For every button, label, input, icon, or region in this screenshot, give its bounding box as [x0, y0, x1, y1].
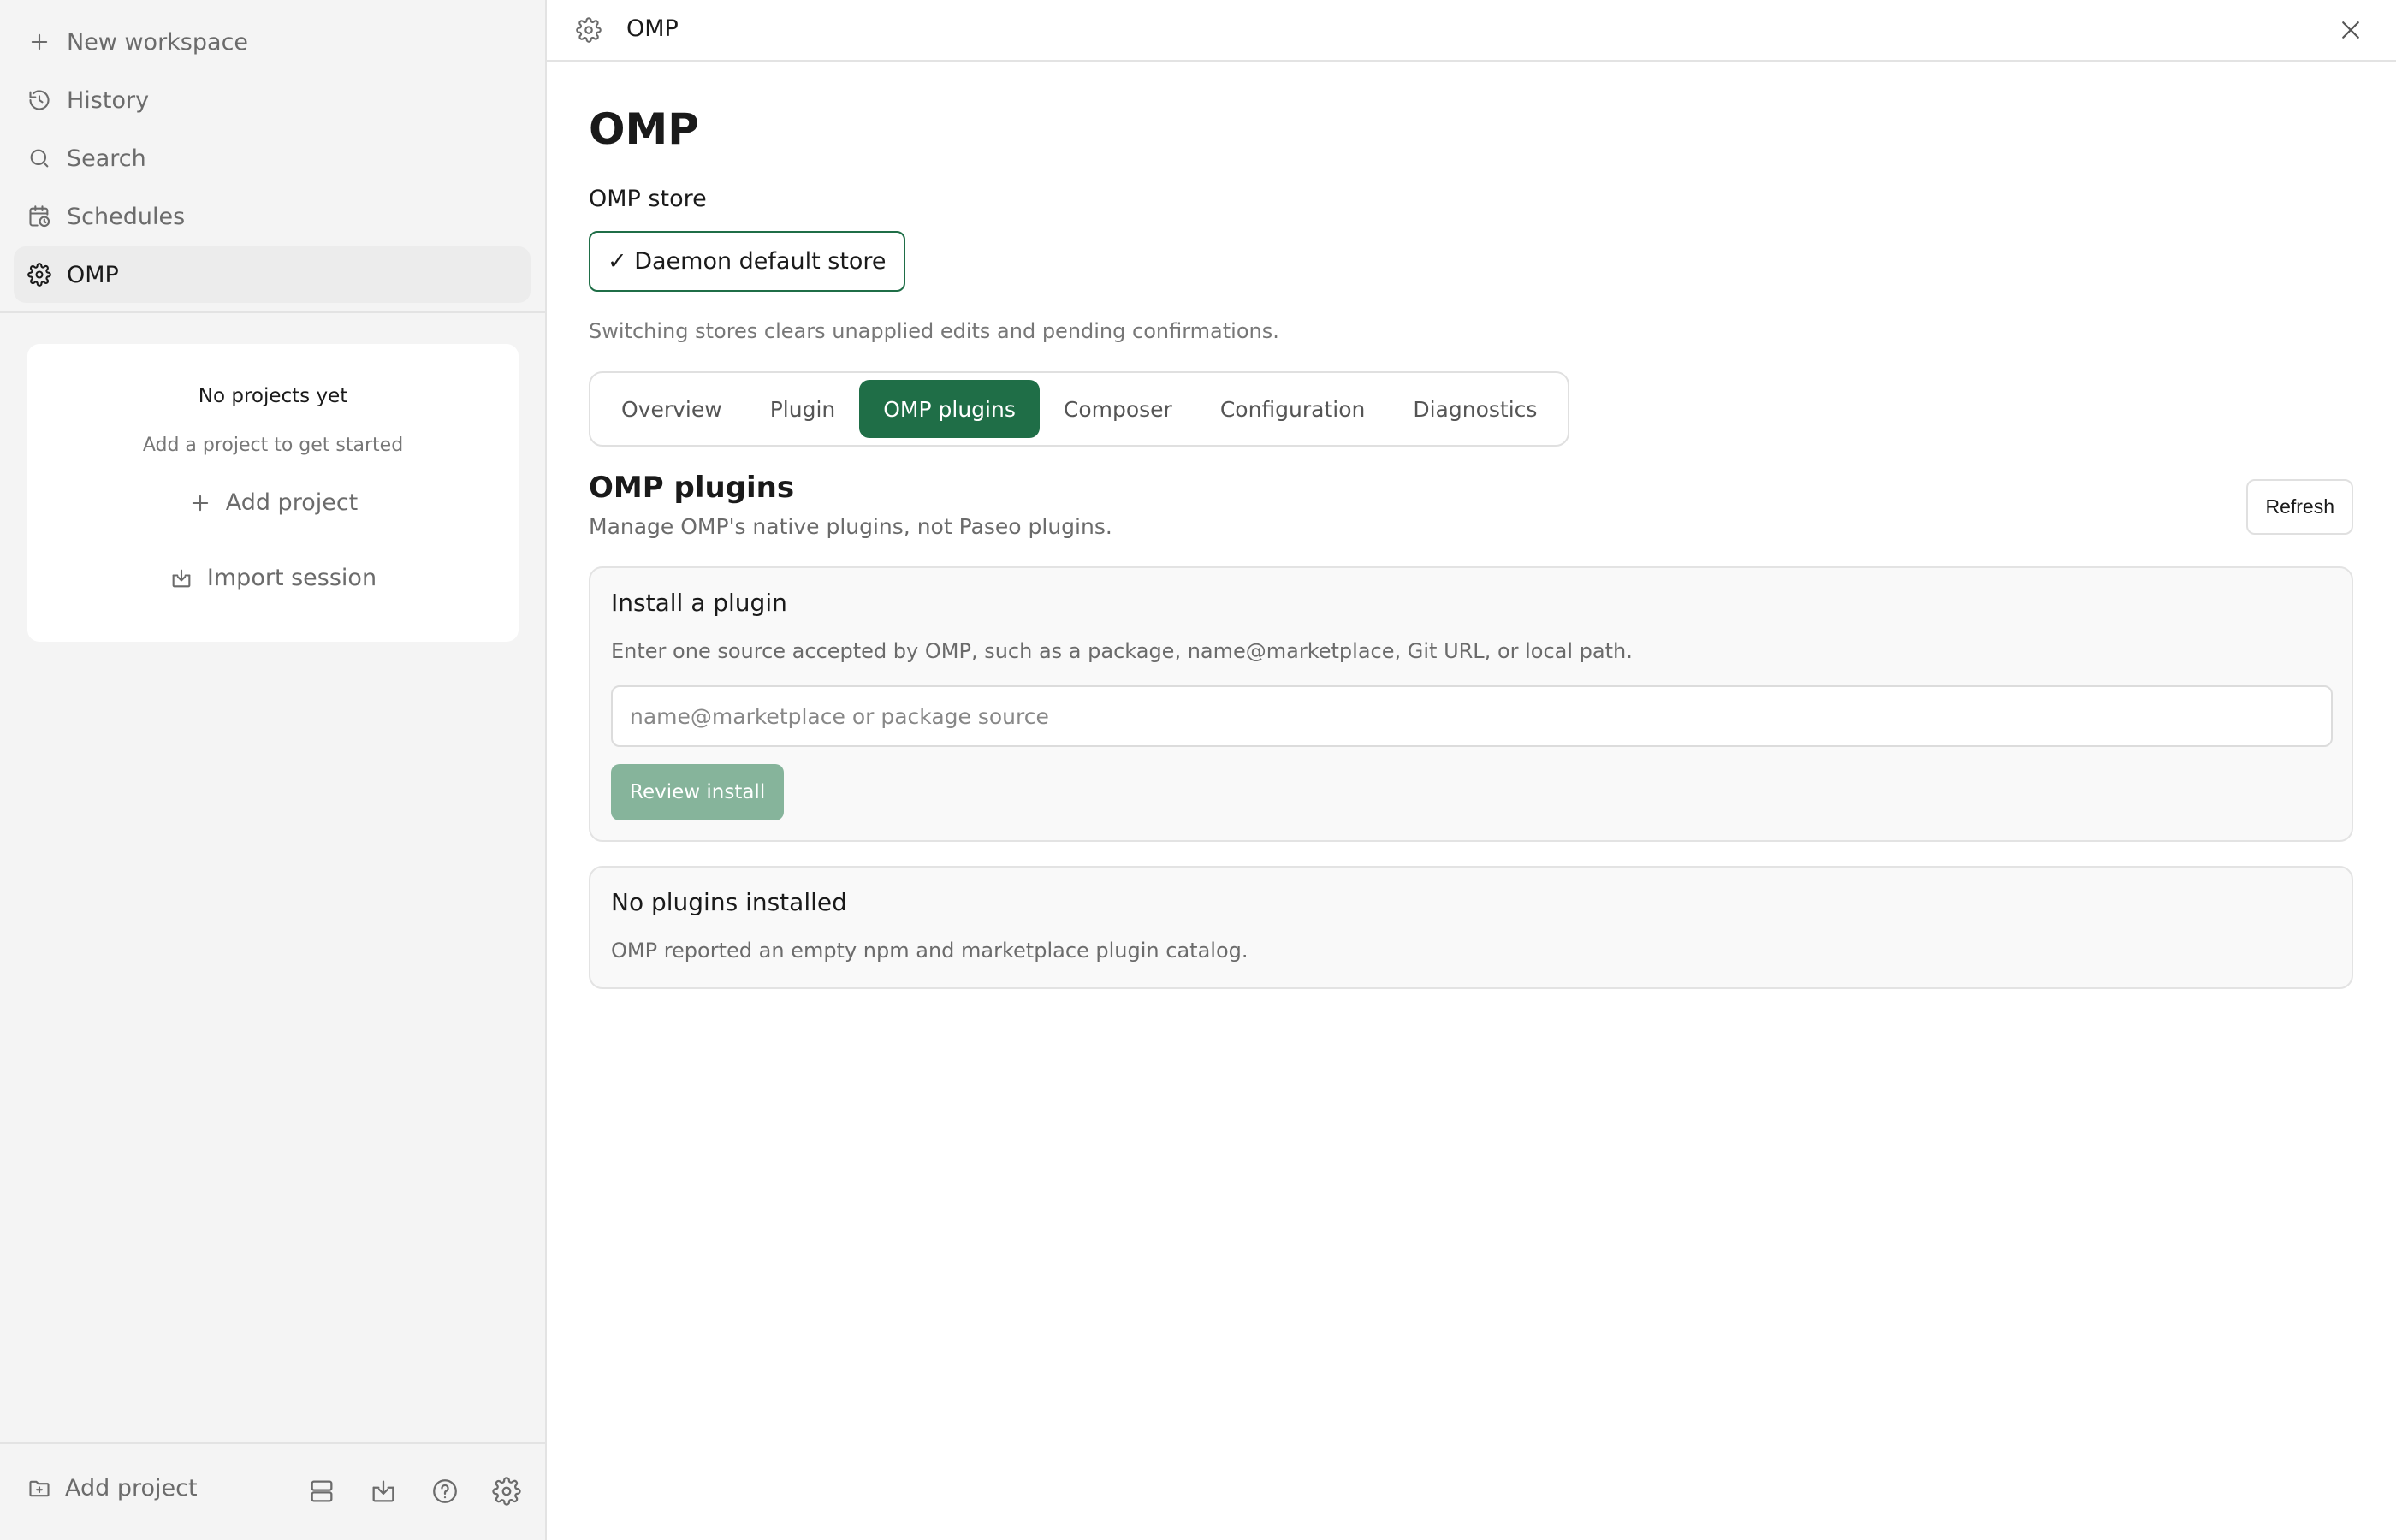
plus-icon — [192, 495, 208, 511]
nav-item-new-workspace[interactable]: New workspace — [14, 14, 531, 70]
tab-plugin[interactable]: Plugin — [746, 380, 860, 438]
nav-item-omp[interactable]: OMP — [14, 246, 531, 303]
nav-item-label: OMP — [67, 261, 119, 288]
projects-empty-card: No projects yet Add a project to get sta… — [27, 344, 519, 642]
nav-item-schedules[interactable]: Schedules — [14, 188, 531, 245]
history-icon — [29, 90, 50, 110]
footer-icon-bar — [275, 1477, 521, 1506]
footer-add-project-label: Add project — [65, 1475, 198, 1502]
tab-diagnostics[interactable]: Diagnostics — [1389, 380, 1561, 438]
nav-item-history[interactable]: History — [14, 72, 531, 128]
plus-icon — [31, 33, 48, 50]
review-install-button[interactable]: Review install — [611, 764, 785, 820]
sidebar-footer: Add project — [0, 1442, 545, 1540]
folder-plus-icon — [29, 1480, 50, 1496]
add-project-label: Add project — [225, 489, 359, 516]
nav-item-label: History — [67, 86, 150, 114]
add-project-button[interactable]: Add project — [27, 489, 519, 516]
nav-item-label: Search — [67, 145, 146, 172]
import-session-button[interactable]: Import session — [27, 565, 519, 591]
installed-plugins-title: No plugins installed — [611, 888, 847, 916]
section-title: OMP plugins — [589, 471, 795, 505]
install-plugin-panel: Install a plugin Enter one source accept… — [589, 566, 2353, 842]
nav-item-label: Schedules — [67, 203, 186, 230]
download-icon[interactable] — [369, 1477, 398, 1506]
sidebar: New workspace History Search Schedules O… — [0, 0, 547, 1540]
tab-composer[interactable]: Composer — [1040, 380, 1196, 438]
search-icon — [30, 149, 49, 168]
sidebar-nav: New workspace History Search Schedules O… — [0, 0, 545, 303]
plugin-source-input[interactable] — [611, 685, 2333, 747]
projects-empty-title: No projects yet — [198, 385, 348, 407]
refresh-button[interactable]: Refresh — [2246, 479, 2353, 535]
section-subtitle: Manage OMP's native plugins, not Paseo p… — [589, 514, 1112, 539]
main-panel: OMP OMP OMP store ✓ Daemon default store… — [547, 0, 2396, 1540]
page-title: OMP — [589, 104, 699, 154]
store-label: OMP store — [589, 186, 707, 212]
help-icon[interactable] — [430, 1477, 460, 1506]
tab-overview[interactable]: Overview — [597, 380, 746, 438]
store-hint: Switching stores clears unapplied edits … — [589, 319, 1279, 343]
server-icon[interactable] — [307, 1477, 336, 1506]
projects-empty-subtitle: Add a project to get started — [142, 435, 404, 456]
nav-item-search[interactable]: Search — [14, 130, 531, 187]
gear-icon — [576, 17, 602, 43]
tab-omp-plugins[interactable]: OMP plugins — [859, 380, 1040, 438]
import-session-label: Import session — [206, 565, 377, 591]
top-bar: OMP — [547, 0, 2396, 62]
install-plugin-description: Enter one source accepted by OMP, such a… — [611, 639, 1633, 663]
nav-item-label: New workspace — [67, 28, 249, 56]
import-icon — [172, 569, 191, 587]
install-plugin-title: Install a plugin — [611, 589, 787, 617]
tab-configuration[interactable]: Configuration — [1196, 380, 1390, 438]
top-bar-title: OMP — [626, 15, 679, 42]
gear-icon[interactable] — [492, 1477, 521, 1506]
footer-add-project-button[interactable]: Add project — [27, 1475, 198, 1502]
installed-plugins-description: OMP reported an empty npm and marketplac… — [611, 939, 1248, 962]
close-icon[interactable] — [2338, 17, 2363, 43]
sidebar-divider — [0, 311, 545, 313]
gear-icon — [27, 263, 51, 287]
calendar-clock-icon — [29, 205, 50, 228]
settings-tabs: Overview Plugin OMP plugins Composer Con… — [589, 371, 1570, 447]
installed-plugins-panel: No plugins installed OMP reported an emp… — [589, 866, 2353, 989]
store-selector-chip[interactable]: ✓ Daemon default store — [589, 231, 905, 292]
